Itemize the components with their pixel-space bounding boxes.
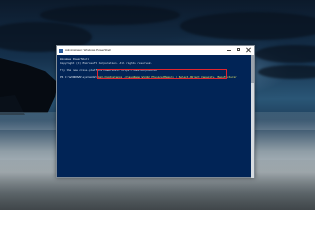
cloud bbox=[40, 5, 180, 25]
powershell-icon bbox=[59, 48, 63, 53]
close-icon[interactable] bbox=[244, 46, 254, 55]
powershell-window[interactable]: Administrator: Windows PowerShell Window… bbox=[56, 45, 255, 178]
command-highlight-box bbox=[97, 69, 227, 79]
desktop-background: Administrator: Windows PowerShell Window… bbox=[0, 0, 315, 210]
vertical-scrollbar[interactable] bbox=[251, 55, 254, 178]
scroll-thumb[interactable] bbox=[251, 55, 254, 83]
maximize-icon[interactable] bbox=[234, 46, 244, 55]
command-prompt: PS C:\WINDOWS\system32> bbox=[60, 76, 98, 80]
window-titlebar[interactable]: Administrator: Windows PowerShell bbox=[57, 46, 254, 55]
window-controls bbox=[224, 46, 254, 55]
window-title: Administrator: Windows PowerShell bbox=[65, 48, 111, 53]
minimize-icon[interactable] bbox=[224, 46, 234, 55]
